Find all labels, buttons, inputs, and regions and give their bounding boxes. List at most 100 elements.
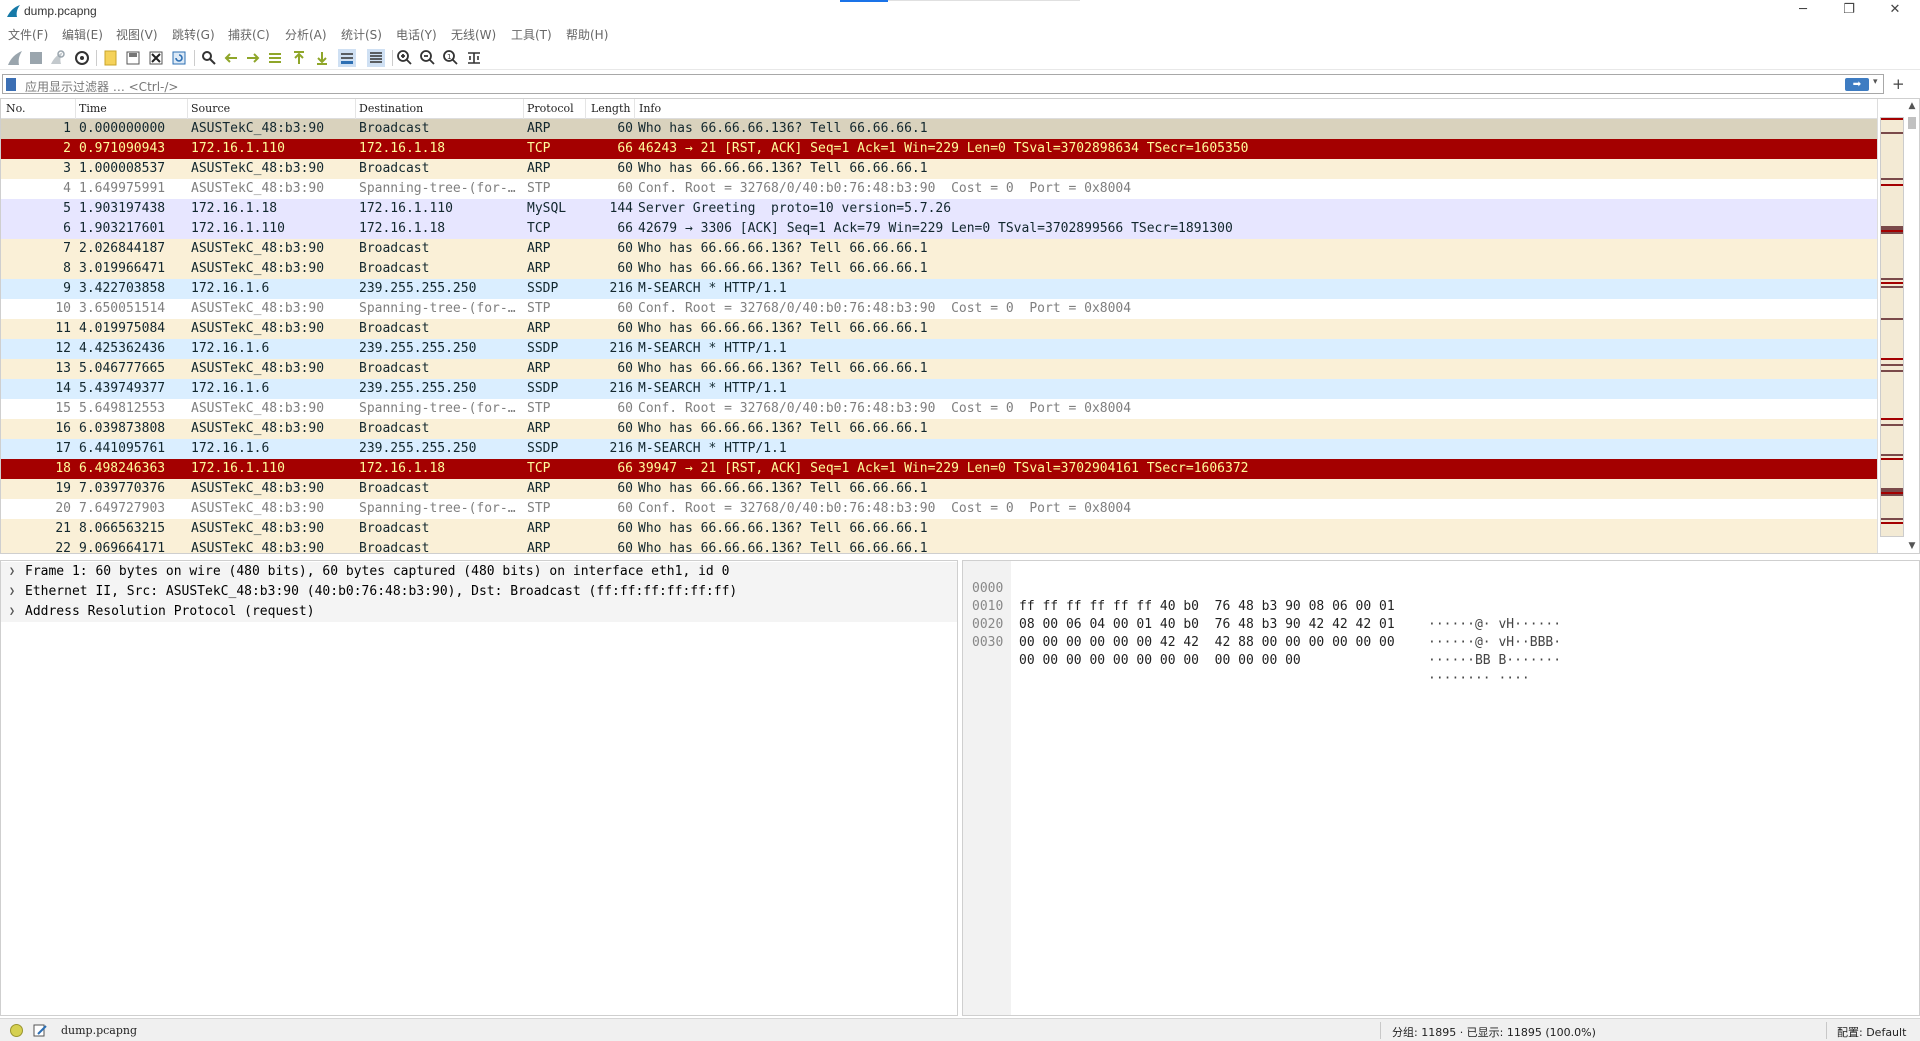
expand-arrow-icon[interactable]: ❯ [9,562,15,582]
add-filter-button[interactable]: + [1892,75,1905,93]
close-button[interactable]: ✕ [1872,0,1918,22]
last-packet-icon[interactable] [313,49,331,67]
tree-item-ethernet[interactable]: ❯ Ethernet II, Src: ASUSTekC_48:b3:90 (4… [1,582,957,602]
hex-bytes[interactable]: ff ff ff ff ff ff 40 b0 76 48 b3 90 08 0… [1019,598,1395,616]
packet-row[interactable]: 4 1.649975991 ASUSTekC_48:b3:90 Spanning-tr… [1,179,1877,199]
first-packet-icon[interactable] [290,49,308,67]
packet-row[interactable]: 9 3.422703858 172.16.1.6 239.255.255.250 SSD… [1,279,1877,299]
column-divider[interactable] [187,99,188,119]
zoom-in-icon[interactable] [396,49,414,67]
menu-go[interactable]: 跳转(G) [172,26,215,43]
packet-row[interactable]: 8 3.019966471 ASUSTekC_48:b3:90 Broadcast AR… [1,259,1877,279]
capture-options-icon[interactable] [73,49,91,67]
packet-row[interactable]: 7 2.026844187 ASUSTekC_48:b3:90 Broadcast AR… [1,239,1877,259]
hex-ascii[interactable]: ······BB B······· [1428,652,1561,670]
packet-row[interactable]: 22 9.069664171 ASUSTekC_48:b3:90 Broadcast A… [1,539,1877,553]
scroll-up-icon[interactable]: ▲ [1905,99,1919,113]
column-divider[interactable] [585,99,586,119]
expert-info-indicator-icon[interactable] [10,1024,23,1037]
column-length[interactable]: Length [591,102,630,115]
packet-minimap[interactable] [1880,117,1904,537]
hex-ascii[interactable]: ······@· vH······ [1428,616,1561,634]
colorize-icon[interactable] [367,49,385,67]
packet-row[interactable]: 18 6.498246363 172.16.1.110 172.16.1.18 TCP 6… [1,459,1877,479]
expand-arrow-icon[interactable]: ❯ [9,602,15,622]
tree-item-arp[interactable]: ❯ Address Resolution Protocol (request) [1,602,957,622]
packet-row[interactable]: 11 4.019975084 ASUSTekC_48:b3:90 Broadcast A… [1,319,1877,339]
display-filter-input[interactable]: 应用显示过滤器 … <Ctrl-/> ➡ ▾ [2,74,1884,94]
go-to-packet-icon[interactable] [266,49,284,67]
column-protocol[interactable]: Protocol [527,102,574,115]
stop-icon[interactable] [27,49,45,67]
menu-wireless[interactable]: 无线(W) [451,26,496,43]
packet-row[interactable]: 20 7.649727903 ASUSTekC_48:b3:90 Spanning-t… [1,499,1877,519]
hex-line[interactable]: 0030 00 00 00 00 00 00 00 00 00 00 00 00… [963,616,1530,686]
column-divider[interactable] [634,99,635,119]
menu-statistics[interactable]: 统计(S) [341,26,382,43]
close-file-icon[interactable] [147,49,165,67]
packet-row[interactable]: 13 5.046777665 ASUSTekC_48:b3:90 Broadcast A… [1,359,1877,379]
menu-capture[interactable]: 捕获(C) [228,26,270,43]
packet-row[interactable]: 14 5.439749377 172.16.1.6 239.255.255.250 SS… [1,379,1877,399]
auto-scroll-icon[interactable] [338,49,356,67]
zoom-out-icon[interactable] [419,49,437,67]
packet-row[interactable]: 19 7.039770376 ASUSTekC_48:b3:90 Broadcast A… [1,479,1877,499]
hex-bytes[interactable]: 08 00 06 04 00 01 40 b0 76 48 b3 90 42 4… [1019,616,1395,634]
hex-line[interactable]: 0000 ff ff ff ff ff ff 40 b0 76 48 b3 90… [963,562,1561,632]
packet-row[interactable]: 2 0.971090943 172.16.1.110 172.16.1.18 TCP 66… [1,139,1877,159]
hex-bytes[interactable]: 00 00 00 00 00 00 42 42 42 88 00 00 00 0… [1019,634,1395,652]
reload-icon[interactable] [170,49,188,67]
scrollbar-thumb[interactable] [1908,117,1916,129]
menu-tools[interactable]: 工具(T) [511,26,552,43]
open-file-icon[interactable] [102,49,120,67]
save-file-icon[interactable] [124,49,142,67]
hex-bytes[interactable]: 00 00 00 00 00 00 00 00 00 00 00 00 [1019,652,1301,670]
packet-row[interactable]: 5 1.903197438 172.16.1.18 172.16.1.110 MySQL… [1,199,1877,219]
tree-item-frame[interactable]: ❯ Frame 1: 60 bytes on wire (480 bits), … [1,562,957,582]
hex-ascii[interactable]: ········ ···· [1428,670,1530,688]
column-destination[interactable]: Destination [359,102,423,115]
capture-comment-icon[interactable] [32,1022,48,1038]
restart-icon[interactable] [48,49,66,67]
packet-row[interactable]: 1 0.000000000 ASUSTekC_48:b3:90 Broadcast AR… [1,119,1877,139]
resize-columns-icon[interactable] [465,49,483,67]
hex-line[interactable]: 0010 08 00 06 04 00 01 40 b0 76 48 b3 90… [963,580,1561,650]
zoom-normal-icon[interactable]: 1 [442,49,460,67]
column-source[interactable]: Source [191,102,230,115]
packet-row[interactable]: 21 8.066563215 ASUSTekC_48:b3:90 Broadcast A… [1,519,1877,539]
menu-analyze[interactable]: 分析(A) [285,26,327,43]
go-back-icon[interactable] [222,49,240,67]
column-divider[interactable] [523,99,524,119]
packet-row[interactable]: 15 5.649812553 ASUSTekC_48:b3:90 Spanning-t… [1,399,1877,419]
scroll-down-icon[interactable]: ▼ [1905,539,1919,553]
restore-button[interactable]: ❐ [1826,0,1872,22]
hex-line[interactable]: 0020 00 00 00 00 00 00 42 42 42 88 00 00… [963,598,1561,668]
menu-file[interactable]: 文件(F) [8,26,48,43]
packet-row[interactable]: 6 1.903217601 172.16.1.110 172.16.1.18 TCP 66… [1,219,1877,239]
packet-row[interactable]: 3 1.000008537 ASUSTekC_48:b3:90 Broadcast AR… [1,159,1877,179]
column-no[interactable]: No. [6,102,26,115]
menu-help[interactable]: 帮助(H) [566,26,608,43]
column-info[interactable]: Info [639,102,661,115]
packet-row[interactable]: 12 4.425362436 172.16.1.6 239.255.255.250 SS… [1,339,1877,359]
status-profile[interactable]: 配置: Default [1837,1024,1906,1040]
filter-history-dropdown[interactable]: ▾ [1873,77,1878,87]
expand-arrow-icon[interactable]: ❯ [9,582,15,602]
go-forward-icon[interactable] [244,49,262,67]
packet-row[interactable]: 17 6.441095761 172.16.1.6 239.255.255.250 SS… [1,439,1877,459]
hex-ascii[interactable]: ······@· vH··BBB· [1428,634,1561,652]
packet-row[interactable]: 16 6.039873808 ASUSTekC_48:b3:90 Broadcast A… [1,419,1877,439]
column-divider[interactable] [75,99,76,119]
packet-list-scrollbar[interactable]: ▲ ▼ [1905,99,1919,553]
minimize-button[interactable]: ─ [1780,0,1826,22]
find-packet-icon[interactable] [200,49,218,67]
packet-row[interactable]: 10 3.650051514 ASUSTekC_48:b3:90 Spanning-t… [1,299,1877,319]
bookmark-icon[interactable] [6,78,16,91]
shark-fin-start-icon[interactable] [6,49,24,67]
column-time[interactable]: Time [79,102,107,115]
column-divider[interactable] [355,99,356,119]
apply-filter-button[interactable]: ➡ [1845,78,1869,91]
menu-edit[interactable]: 编辑(E) [62,26,103,43]
menu-view[interactable]: 视图(V) [116,26,158,43]
menu-telephony[interactable]: 电话(Y) [396,26,437,43]
